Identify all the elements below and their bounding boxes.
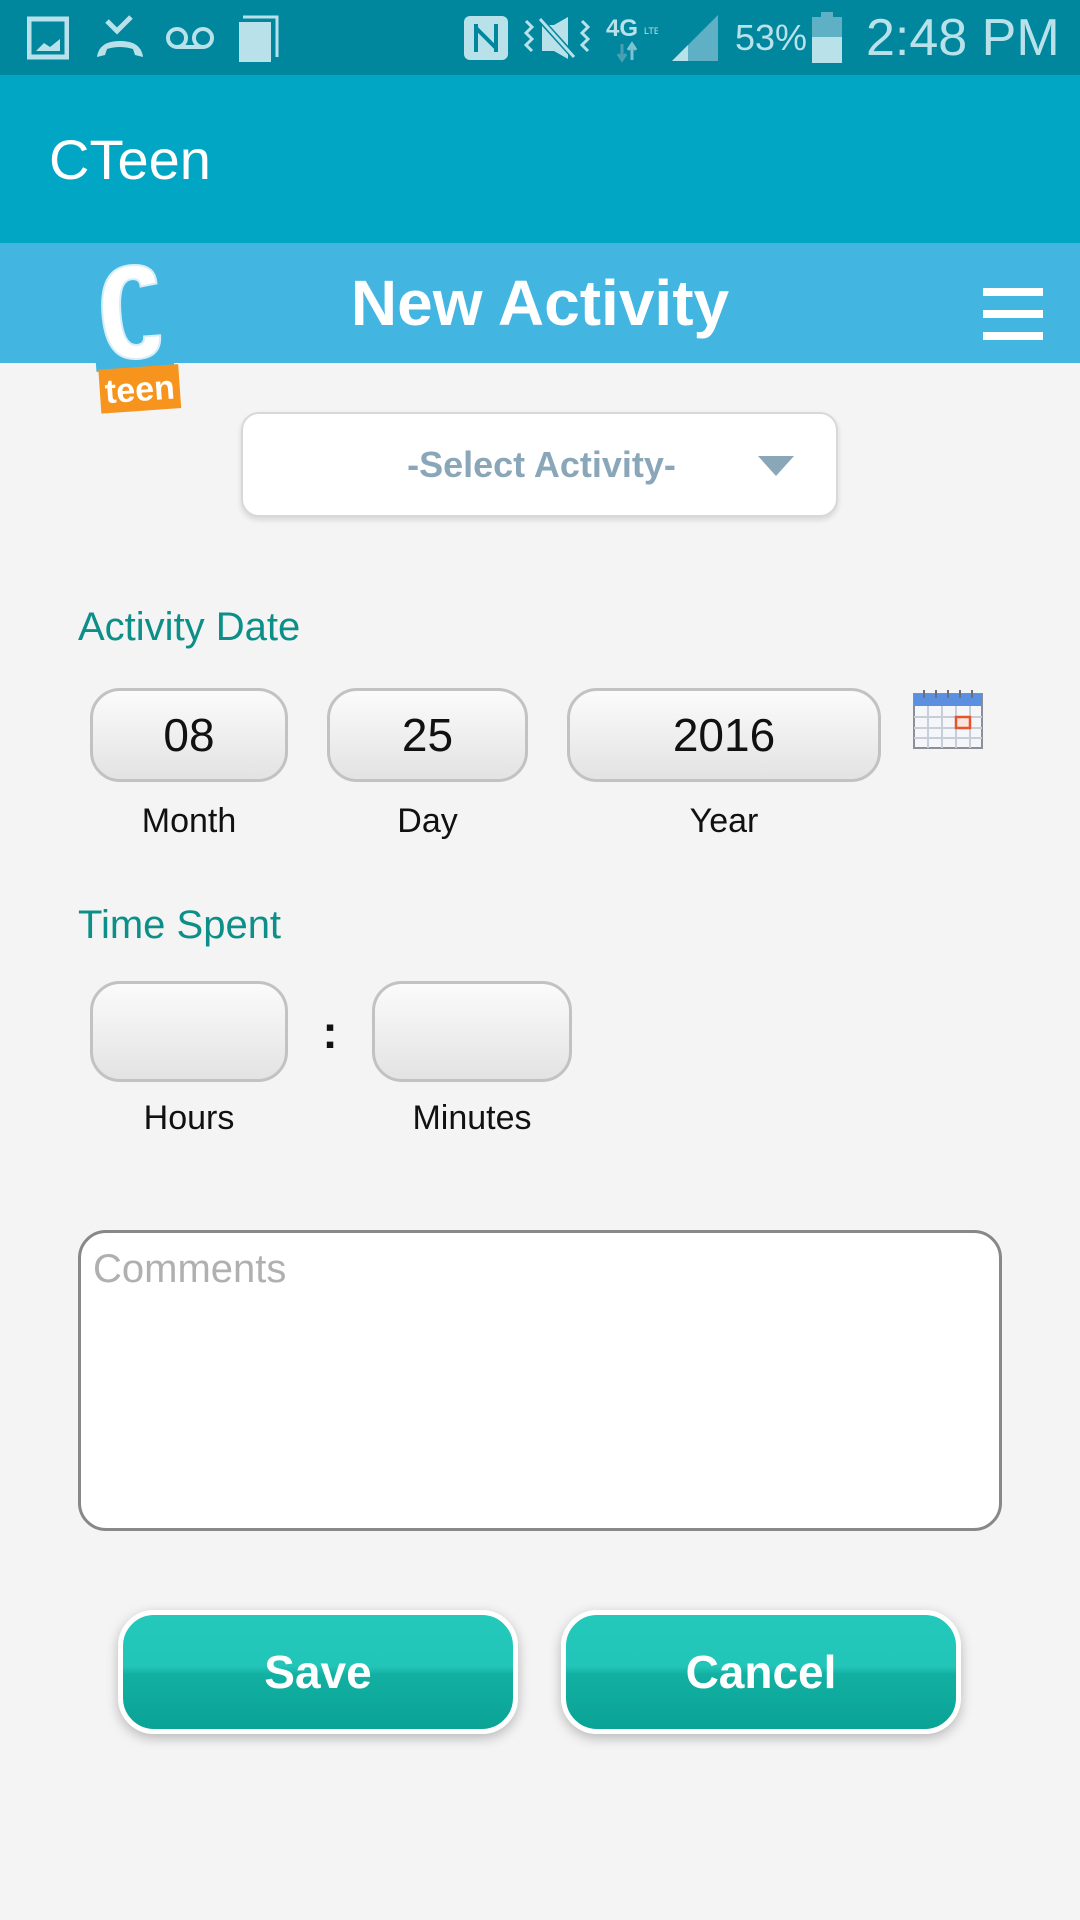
- activity-select[interactable]: -Select Activity-: [241, 412, 838, 517]
- day-field[interactable]: 25: [327, 688, 528, 782]
- day-caption: Day: [397, 802, 458, 840]
- app-bar: CTeen: [0, 75, 1080, 243]
- copy-icon: [237, 0, 281, 75]
- svg-text:LTE: LTE: [644, 26, 658, 36]
- voicemail-icon: [165, 0, 215, 75]
- vibrate-mute-icon: [522, 0, 592, 75]
- chevron-down-icon: [758, 456, 794, 476]
- status-bar: 4G LTE 53% 2:48 PM: [0, 0, 1080, 75]
- gallery-icon: [27, 0, 69, 75]
- hours-caption: Hours: [143, 1099, 235, 1137]
- activity-date-label: Activity Date: [78, 605, 301, 649]
- minutes-caption: Minutes: [412, 1099, 532, 1137]
- month-caption: Month: [141, 802, 237, 840]
- save-button[interactable]: Save: [118, 1610, 518, 1734]
- minutes-field[interactable]: [372, 981, 572, 1082]
- calendar-icon[interactable]: [912, 688, 984, 750]
- svg-text:4G: 4G: [606, 15, 638, 42]
- cteen-logo: teen: [88, 255, 184, 415]
- month-field[interactable]: 08: [90, 688, 288, 782]
- cancel-button[interactable]: Cancel: [561, 1610, 961, 1734]
- year-field[interactable]: 2016: [567, 688, 881, 782]
- comments-field[interactable]: [78, 1230, 1002, 1531]
- signal-icon: [670, 0, 720, 75]
- battery-icon: [810, 0, 844, 75]
- time-separator: :: [322, 1006, 338, 1058]
- year-caption: Year: [689, 802, 759, 840]
- missed-call-icon: [95, 0, 145, 75]
- svg-text:teen: teen: [104, 368, 176, 411]
- nfc-icon: [462, 0, 510, 75]
- 4g-lte-icon: 4G LTE: [606, 0, 658, 75]
- battery-percent: 53%: [735, 16, 808, 58]
- hamburger-menu-icon[interactable]: [978, 288, 1048, 340]
- app-title: CTeen: [49, 127, 211, 191]
- time-spent-label: Time Spent: [78, 903, 282, 947]
- hours-field[interactable]: [90, 981, 288, 1082]
- activity-select-value: -Select Activity-: [407, 443, 676, 485]
- clock: 2:48 PM: [866, 8, 1060, 67]
